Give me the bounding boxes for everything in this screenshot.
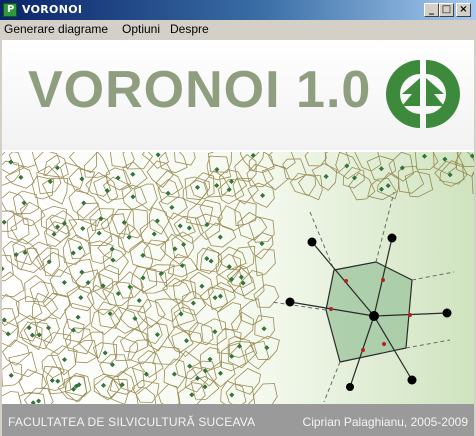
voronoi-diagram-illustration [2, 152, 474, 404]
footer-bar: FACULTATEA DE SILVICULTURĂ SUCEAVA Cipri… [2, 404, 474, 436]
splash-header: VORONOI 1.0 [2, 40, 474, 150]
menu-bar: Generare diagrame Optiuni Despre [0, 20, 476, 38]
app-title: VORONOI 1.0 [28, 61, 372, 119]
minimize-button[interactable]: _ [424, 3, 439, 17]
author-credit: Ciprian Palaghianu, 2005-2009 [302, 415, 468, 429]
app-window: P VORONOI _ □ × Generare diagrame Optiun… [0, 0, 476, 436]
menu-optiuni[interactable]: Optiuni [122, 22, 160, 36]
splash-content: VORONOI 1.0 FACULTATEA DE SILVICULTURĂ S… [2, 40, 474, 436]
app-icon[interactable]: P [3, 3, 17, 17]
menu-despre[interactable]: Despre [170, 22, 209, 36]
title-bar[interactable]: P VORONOI _ □ × [0, 0, 476, 20]
close-button[interactable]: × [456, 3, 471, 17]
menu-generare-diagrame[interactable]: Generare diagrame [4, 22, 108, 36]
forest-logo-icon [385, 59, 460, 128]
window-title: VORONOI [22, 3, 83, 16]
maximize-button[interactable]: □ [439, 3, 454, 17]
faculty-label: FACULTATEA DE SILVICULTURĂ SUCEAVA [8, 415, 256, 429]
